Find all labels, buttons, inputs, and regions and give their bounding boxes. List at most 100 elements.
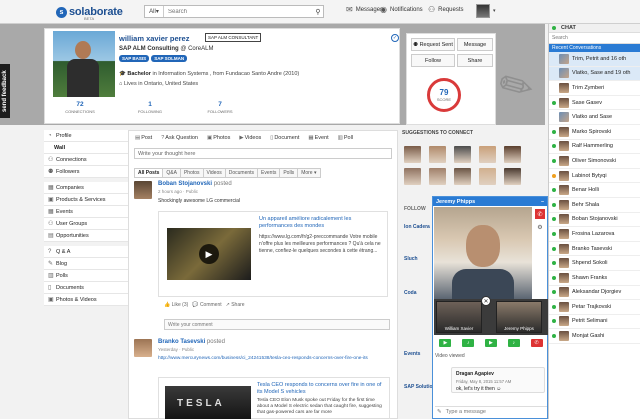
video-thumbnail[interactable]: ▶: [167, 228, 251, 280]
sidebar-item-documents[interactable]: ▯ Documents: [44, 282, 128, 294]
suggestion-avatar[interactable]: [479, 146, 496, 163]
sidebar-item-followers[interactable]: ⚉ Followers: [44, 166, 128, 178]
sidebar-item-products-services[interactable]: ▣ Products & Services: [44, 194, 128, 206]
filter-photos[interactable]: Photos: [179, 168, 204, 178]
tab-document[interactable]: ▯Document: [270, 135, 299, 141]
side-item[interactable]: Sluch: [404, 256, 418, 262]
follow-button[interactable]: Follow: [411, 54, 455, 67]
post-author-avatar[interactable]: [134, 181, 152, 199]
sidebar-item-companies[interactable]: ▦ Companies: [44, 182, 128, 194]
suggestion-avatar[interactable]: [454, 146, 471, 163]
filter-more[interactable]: More ▾: [297, 168, 321, 178]
filter-polls[interactable]: Polls: [279, 168, 299, 178]
filter-videos[interactable]: Videos: [202, 168, 226, 178]
contact-item[interactable]: Vlatko, Sase and 19 oth: [549, 66, 640, 82]
contact-item[interactable]: Behr Shala: [549, 198, 640, 213]
tab-post[interactable]: ▤Post: [135, 135, 152, 141]
side-item[interactable]: Coda: [404, 290, 417, 296]
contact-item[interactable]: Vlatko and Sase: [549, 110, 640, 125]
comment-button[interactable]: 💬 Comment: [192, 302, 221, 308]
share-post-button[interactable]: ↗ Share: [226, 302, 245, 308]
contact-item[interactable]: Benar Holli: [549, 183, 640, 198]
chat-search-input[interactable]: Search: [549, 33, 640, 44]
chat-window-header[interactable]: Jeremy Phipps –: [433, 197, 547, 206]
stat-followers[interactable]: 7 FOLLOWERS: [185, 101, 255, 114]
sidebar-item-user-groups[interactable]: ⚇ User Groups: [44, 218, 128, 230]
sidebar-item-connections[interactable]: ⚇ Connections: [44, 154, 128, 166]
sidebar-item-blog[interactable]: ✎ Blog: [44, 258, 128, 270]
contact-item[interactable]: Marko Spirovski: [549, 125, 640, 140]
stat-following[interactable]: 1 FOLLOWING: [115, 101, 185, 114]
tab-poll[interactable]: ▥Poll: [338, 135, 353, 141]
contact-item[interactable]: Shawn Franks: [549, 271, 640, 286]
filter-events[interactable]: Events: [257, 168, 281, 178]
suggestion-avatar[interactable]: [404, 146, 421, 163]
sidebar-item-polls[interactable]: ▥ Polls: [44, 270, 128, 282]
chat-panel-header[interactable]: CHAT: [549, 24, 640, 33]
like-button[interactable]: 👍 Like (3): [164, 302, 188, 308]
link-preview[interactable]: ▶ Un appareil améliore radicalement les …: [158, 211, 388, 297]
filter-all-posts[interactable]: All Posts: [134, 168, 164, 178]
tab-event[interactable]: ▦Event: [308, 135, 328, 141]
post-link[interactable]: http://www.mercurynews.com/business/ci_2…: [158, 356, 390, 362]
close-icon[interactable]: ✕: [481, 296, 491, 306]
suggestion-avatar[interactable]: [429, 146, 446, 163]
comment-input[interactable]: Write your comment: [164, 319, 390, 330]
contact-item[interactable]: Trim Zymberi: [549, 81, 640, 96]
participant-tile[interactable]: William Xavier: [436, 301, 482, 333]
tag-sap-basis[interactable]: SAP BASIS: [119, 55, 150, 62]
attach-icon[interactable]: ✎: [437, 409, 442, 415]
suggestion-avatar[interactable]: [429, 168, 446, 185]
profile-name[interactable]: william xavier perez: [119, 34, 189, 43]
messages-link[interactable]: ✉ Messages: [346, 5, 383, 14]
contact-item[interactable]: Branko Tasevski: [549, 242, 640, 257]
sidebar-item-q-a[interactable]: ? Q & A: [44, 246, 128, 258]
filter-documents[interactable]: Documents: [224, 168, 259, 178]
notifications-link[interactable]: ◉ Notifications: [380, 5, 423, 14]
sidebar-item-opportunities[interactable]: ▤ Opportunities: [44, 230, 128, 242]
post-author-name[interactable]: Boban Stojanovski: [158, 181, 212, 187]
suggestion-avatar[interactable]: [479, 168, 496, 185]
contact-item[interactable]: Frosina Lazarova: [549, 227, 640, 242]
contact-item[interactable]: Petrit Selimani: [549, 315, 640, 330]
stat-connections[interactable]: 72 CONNECTIONS: [45, 101, 115, 114]
sidebar-item-events[interactable]: ▦ Events: [44, 206, 128, 218]
sidebar-item-profile[interactable]: ◔ Profile: [44, 130, 128, 142]
side-item[interactable]: Events: [404, 351, 420, 357]
contact-item[interactable]: Aleksandar Djorgiev: [549, 286, 640, 301]
requests-link[interactable]: ⚇ Requests: [428, 5, 464, 14]
send-feedback-button[interactable]: send feedback: [0, 64, 10, 118]
search-input[interactable]: [164, 6, 313, 17]
participant-tile[interactable]: Jeremy Phipps: [496, 301, 542, 333]
search-scope-dropdown[interactable]: All ▾: [145, 6, 164, 17]
camera-icon[interactable]: ▶: [439, 339, 452, 347]
headline-company[interactable]: @ CoreALM: [180, 46, 213, 52]
suggestion-avatar[interactable]: [504, 146, 521, 163]
filter-qa[interactable]: Q&A: [162, 168, 181, 178]
contact-item[interactable]: Shpend Sokoli: [549, 256, 640, 271]
contact-item[interactable]: Petar Trajkovski: [549, 300, 640, 315]
play-icon[interactable]: ▶: [199, 244, 219, 264]
suggestion-avatar[interactable]: [404, 168, 421, 185]
hangup-icon[interactable]: ✆: [535, 209, 545, 219]
search-icon[interactable]: ⚲: [313, 6, 323, 17]
share-button[interactable]: Share: [457, 54, 493, 67]
chat-input[interactable]: ✎ Type a message: [435, 406, 547, 417]
avatar[interactable]: [476, 4, 490, 18]
contact-item[interactable]: Monjat Gashi: [549, 329, 640, 344]
microphone-icon[interactable]: ♪: [462, 339, 475, 347]
link-thumbnail[interactable]: TESLA: [165, 386, 251, 419]
chevron-down-icon[interactable]: ▾: [493, 8, 496, 14]
tab-photos[interactable]: ▣Photos: [207, 135, 230, 141]
link-title[interactable]: Tesla CEO responds to concerns over fire…: [257, 382, 387, 396]
message-button[interactable]: Message: [457, 38, 493, 51]
tab-ask-question[interactable]: ?Ask Question: [161, 135, 198, 141]
contact-item[interactable]: Boban Stojanovski: [549, 213, 640, 228]
side-item[interactable]: Ion Cadera: [404, 224, 430, 230]
post-author-avatar[interactable]: [134, 339, 152, 357]
contact-item[interactable]: Labinot Bytyqi: [549, 169, 640, 184]
camera-icon[interactable]: ▶: [484, 339, 497, 347]
contact-item[interactable]: Oliver Simonovski: [549, 154, 640, 169]
gear-icon[interactable]: ⚙: [535, 222, 545, 232]
profile-photo[interactable]: [53, 31, 115, 97]
